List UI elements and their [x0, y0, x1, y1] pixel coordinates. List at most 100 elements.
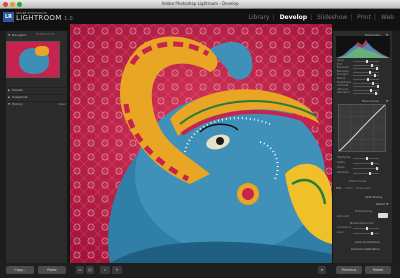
- basic-slider-knob[interactable]: [377, 85, 379, 89]
- presets-disclosure-icon[interactable]: ▶: [8, 88, 10, 92]
- histogram: [336, 36, 390, 58]
- basic-slider-row: Saturation: [337, 91, 389, 96]
- noise-reduction-label: Noise Reduction: [350, 221, 375, 225]
- white-balance-icon[interactable]: ✎: [112, 266, 122, 274]
- tone-slider-track[interactable]: [353, 162, 379, 165]
- noise-slider-knob[interactable]: [366, 227, 368, 230]
- crop-tool-icon[interactable]: ⌗: [100, 266, 110, 274]
- basic-slider-knob[interactable]: [374, 74, 376, 78]
- reset-button[interactable]: Reset: [365, 266, 391, 274]
- product-name-text: LIGHTROOM: [16, 14, 62, 22]
- tone-curve-svg: [338, 104, 386, 152]
- color-tab[interactable]: Color: [345, 186, 353, 190]
- basic-slider-knob[interactable]: [371, 63, 373, 67]
- basic-slider-track[interactable]: [353, 67, 379, 71]
- photo-canvas[interactable]: [70, 24, 332, 263]
- basic-slider-knob[interactable]: [370, 88, 372, 92]
- tone-slider-track[interactable]: [353, 167, 379, 170]
- lens-corrections-header[interactable]: Lens Corrections: [355, 240, 380, 244]
- amount-label: Amount: [337, 214, 349, 218]
- noise-slider-label: Color: [337, 231, 344, 234]
- tone-slider-knob[interactable]: [371, 162, 373, 165]
- detail-header[interactable]: Detail: [376, 202, 385, 206]
- basic-slider-knob[interactable]: [375, 92, 377, 96]
- module-picker: Library | Develop | Slideshow | Print | Web: [246, 14, 394, 21]
- paste-settings-button[interactable]: Paste: [38, 266, 66, 274]
- lightroom-logo: LR: [3, 12, 14, 22]
- module-separator: |: [373, 14, 376, 21]
- navigator-zoom-options[interactable]: FIT FILL 1:1 3:1: [36, 33, 54, 36]
- tone-curve-graph[interactable]: [338, 104, 386, 152]
- basic-slider-label: Saturation: [337, 91, 351, 95]
- tone-slider-track[interactable]: [353, 172, 379, 175]
- basic-slider-label: Exposure: [337, 66, 350, 70]
- tone-slider-label: Shadows: [337, 171, 349, 174]
- basic-slider-track[interactable]: [353, 92, 379, 96]
- product-name: LIGHTROOM 1.0: [16, 14, 73, 22]
- basic-slider-track[interactable]: [353, 63, 379, 67]
- noise-slider-track[interactable]: [353, 232, 379, 235]
- presets-label: Presets: [12, 88, 23, 92]
- thumb-trunk-shape: [35, 46, 49, 56]
- basic-slider-knob[interactable]: [376, 67, 378, 71]
- tone-slider-knob[interactable]: [369, 172, 371, 175]
- camera-calibration-header[interactable]: Camera Calibration: [351, 247, 380, 251]
- tone-curve-disclosure-icon[interactable]: ▼: [386, 99, 388, 103]
- snapshots-label: Snapshots: [12, 95, 28, 99]
- tone-slider-row: Shadows: [337, 171, 389, 176]
- tone-slider-knob[interactable]: [376, 167, 378, 170]
- module-library[interactable]: Library: [249, 14, 270, 21]
- module-print[interactable]: Print: [357, 14, 371, 21]
- snapshots-disclosure-icon[interactable]: ▶: [8, 95, 10, 99]
- noise-slider-label: Luminance: [337, 226, 352, 229]
- window-title: Adobe Photoshop Lightroom - Develop: [161, 1, 239, 6]
- basic-slider-track[interactable]: [353, 88, 379, 92]
- basic-slider-track[interactable]: [353, 85, 379, 89]
- basic-slider-track[interactable]: [353, 74, 379, 78]
- tone-slider-knob[interactable]: [366, 157, 368, 160]
- amount-field[interactable]: [378, 213, 388, 218]
- basic-slider-label: Temp: [337, 59, 344, 62]
- compare-view-button[interactable]: ▯▯: [86, 266, 94, 274]
- module-slideshow[interactable]: Slideshow: [317, 14, 347, 21]
- copy-settings-button[interactable]: Copy...: [6, 266, 34, 274]
- module-develop[interactable]: Develop: [280, 14, 308, 21]
- basic-slider-track[interactable]: [353, 81, 379, 85]
- point-curve-label[interactable]: Point Curve: [349, 179, 366, 183]
- noise-slider-knob[interactable]: [371, 232, 373, 235]
- navigator-thumbnail[interactable]: [6, 41, 60, 78]
- loupe-view-button[interactable]: ▭: [76, 266, 84, 274]
- module-separator: |: [272, 14, 275, 21]
- navigator-disclosure-icon[interactable]: ▼: [8, 33, 10, 37]
- noise-slider-row: Color: [337, 231, 389, 236]
- basic-slider-knob[interactable]: [366, 60, 368, 63]
- right-panel-toggle[interactable]: [392, 31, 400, 263]
- tone-curve-title: Tone Curve: [362, 99, 379, 103]
- basic-slider-knob[interactable]: [369, 70, 371, 74]
- basic-slider-track[interactable]: [353, 60, 379, 63]
- module-separator: |: [350, 14, 353, 21]
- detail-disclosure-icon[interactable]: ▼: [386, 202, 388, 206]
- module-web[interactable]: Web: [381, 14, 394, 21]
- history-clear-button[interactable]: Clear: [58, 102, 66, 106]
- sharpening-label: Sharpening: [355, 209, 373, 213]
- module-separator: |: [310, 14, 313, 21]
- basic-slider-track[interactable]: [353, 70, 379, 74]
- basic-slider-knob[interactable]: [372, 81, 374, 85]
- basic-slider-label: Blacks: [337, 77, 346, 80]
- histogram-graph: [336, 40, 390, 58]
- tone-slider-track[interactable]: [353, 157, 379, 160]
- split-toning-header[interactable]: Split Toning: [365, 195, 382, 199]
- elephant-photo: [70, 24, 332, 263]
- navigator-title: Navigator: [12, 33, 27, 37]
- tone-slider-label: Lights: [337, 161, 345, 164]
- grayscale-tab[interactable]: Grayscale: [356, 186, 371, 190]
- noise-slider-track[interactable]: [353, 227, 379, 230]
- toolbar-menu-icon[interactable]: ▾: [318, 266, 326, 274]
- history-disclosure-icon[interactable]: ▼: [8, 102, 10, 106]
- hsl-tab[interactable]: HSL: [336, 186, 342, 190]
- previous-button[interactable]: Previous: [336, 266, 362, 274]
- basic-slider-label: Contrast: [337, 84, 349, 88]
- basic-slider-track[interactable]: [353, 78, 379, 81]
- basic-slider-knob[interactable]: [367, 78, 369, 81]
